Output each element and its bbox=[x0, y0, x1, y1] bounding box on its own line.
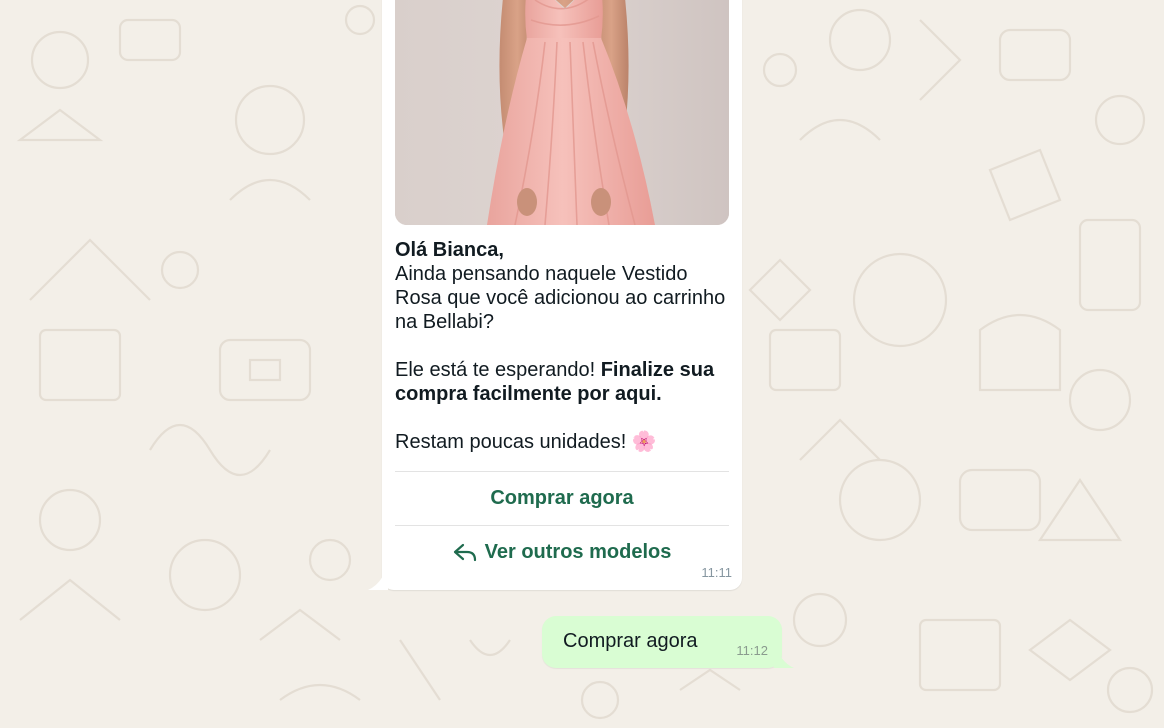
buy-now-label: Comprar agora bbox=[490, 486, 634, 509]
cta-normal-text: Ele está te esperando! bbox=[395, 359, 601, 381]
incoming-message-bubble: Olá Bianca, Ainda pensando naquele Vesti… bbox=[368, 0, 742, 590]
message-body: Ainda pensando naquele Vestido Rosa que … bbox=[395, 263, 726, 333]
see-other-models-label: Ver outros modelos bbox=[484, 540, 672, 563]
message-cta-line: Ele está te esperando! Finalize sua comp… bbox=[395, 358, 731, 406]
reply-icon bbox=[453, 542, 477, 562]
outgoing-message-bubble: Comprar agora 11:12 bbox=[542, 616, 794, 668]
message-time: 11:11 bbox=[701, 565, 732, 580]
divider bbox=[395, 471, 729, 472]
see-other-models-button[interactable]: Ver outros modelos bbox=[395, 532, 729, 572]
greeting: Olá Bianca, bbox=[395, 239, 504, 261]
outgoing-text: Comprar agora bbox=[563, 630, 698, 652]
message-text: Olá Bianca, Ainda pensando naquele Vesti… bbox=[395, 238, 731, 454]
bubble-tail bbox=[368, 564, 388, 590]
scarcity-line: Restam poucas unidades! 🌸 bbox=[395, 431, 657, 453]
message-time: 11:12 bbox=[736, 643, 768, 658]
product-photo[interactable] bbox=[395, 0, 729, 225]
divider bbox=[395, 525, 729, 526]
buy-now-button[interactable]: Comprar agora bbox=[395, 478, 729, 518]
bubble-tail bbox=[774, 642, 794, 668]
